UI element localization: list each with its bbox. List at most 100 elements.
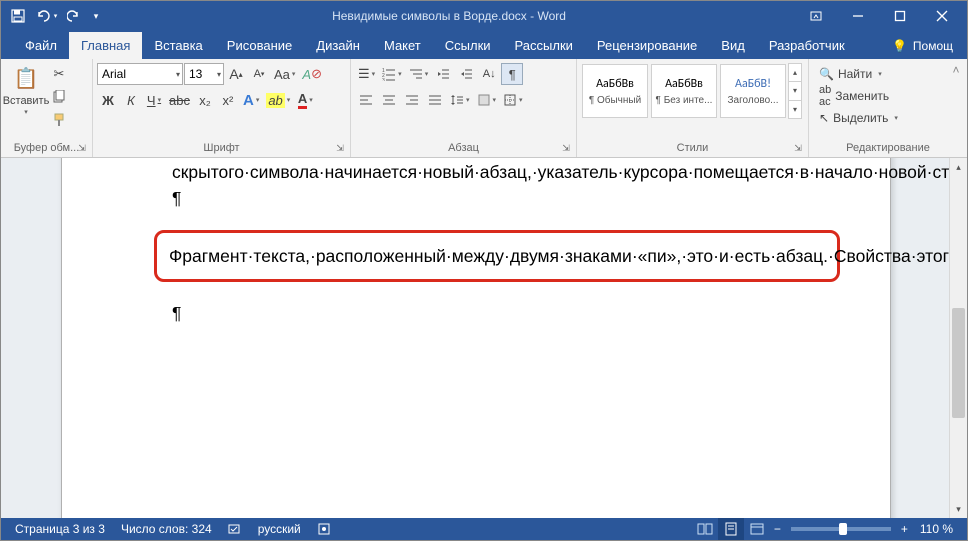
bold-button[interactable]: Ж: [97, 89, 119, 111]
tab-developer[interactable]: Разработчик: [757, 32, 857, 59]
subscript-button[interactable]: x₂: [194, 89, 216, 111]
save-icon[interactable]: [5, 3, 31, 29]
change-case-icon[interactable]: Aa▾: [271, 63, 298, 85]
styles-more-icon[interactable]: ▾: [789, 101, 801, 118]
tab-design[interactable]: Дизайн: [304, 32, 372, 59]
styles-group-label: Стили: [677, 142, 709, 154]
tab-file[interactable]: Файл: [13, 32, 69, 59]
spellcheck-icon[interactable]: [220, 522, 250, 536]
styles-dialog-icon[interactable]: ⇲: [792, 143, 804, 155]
group-clipboard: 📋 Вставить ▾ ✂ Буфер обм...⇲: [1, 59, 93, 157]
print-layout-icon[interactable]: [718, 518, 744, 540]
tab-references[interactable]: Ссылки: [433, 32, 503, 59]
style-normal[interactable]: АаБбВв ¶ Обычный: [582, 64, 648, 118]
paragraph-3[interactable]: Фрагмент·текста,·расположенный·между·дву…: [169, 243, 825, 269]
ribbon-tabs: Файл Главная Вставка Рисование Дизайн Ма…: [1, 31, 967, 59]
paragraph-dialog-icon[interactable]: ⇲: [560, 143, 572, 155]
ribbon: 📋 Вставить ▾ ✂ Буфер обм...⇲ Arial▾ 13▾ …: [1, 59, 967, 158]
format-painter-icon[interactable]: [48, 109, 70, 131]
paragraph-4[interactable]: ¶: [172, 300, 840, 326]
zoom-in-button[interactable]: +: [897, 522, 912, 536]
cursor-icon: ↖: [819, 111, 829, 125]
numbering-icon[interactable]: 123▾: [379, 63, 405, 85]
tab-draw[interactable]: Рисование: [215, 32, 304, 59]
document-area: скрытого·символа·начинается·новый·абзац,…: [1, 158, 967, 518]
tab-review[interactable]: Рецензирование: [585, 32, 709, 59]
maximize-icon[interactable]: [879, 1, 921, 31]
style-nospacing[interactable]: АаБбВв ¶ Без инте...: [651, 64, 717, 118]
increase-indent-icon[interactable]: [455, 63, 477, 85]
qat-customize-icon[interactable]: ▾: [89, 3, 103, 29]
font-size-value: 13: [189, 67, 202, 81]
collapse-ribbon-icon[interactable]: ˄: [947, 61, 965, 79]
superscript-button[interactable]: x²: [217, 89, 239, 111]
zoom-slider[interactable]: [791, 527, 891, 531]
undo-icon[interactable]: ▾: [33, 3, 59, 29]
title-bar: ▾ ▾ Невидимые символы в Ворде.docx - Wor…: [1, 1, 967, 31]
show-marks-icon[interactable]: ¶: [501, 63, 523, 85]
grow-font-icon[interactable]: A▴: [225, 63, 247, 85]
paragraph-2[interactable]: ¶: [172, 185, 840, 211]
text-effects-icon[interactable]: A▾: [240, 89, 262, 111]
redo-icon[interactable]: [61, 3, 87, 29]
styles-up-icon[interactable]: ▴: [789, 64, 801, 82]
align-right-icon[interactable]: [401, 89, 423, 111]
svg-text:3: 3: [382, 78, 385, 81]
read-mode-icon[interactable]: [692, 518, 718, 540]
highlight-icon[interactable]: ab▾: [263, 89, 293, 111]
font-dialog-icon[interactable]: ⇲: [334, 143, 346, 155]
web-layout-icon[interactable]: [744, 518, 770, 540]
paste-button[interactable]: 📋 Вставить ▾: [5, 63, 47, 119]
strikethrough-button[interactable]: abc: [166, 89, 193, 111]
zoom-level[interactable]: 110 %: [912, 522, 961, 536]
styles-down-icon[interactable]: ▾: [789, 82, 801, 100]
zoom-out-button[interactable]: −: [770, 522, 785, 536]
tab-view[interactable]: Вид: [709, 32, 757, 59]
language-indicator[interactable]: русский: [250, 522, 309, 536]
tab-mailings[interactable]: Рассылки: [503, 32, 585, 59]
line-spacing-icon[interactable]: ▾: [447, 89, 473, 111]
scroll-down-icon[interactable]: ▾: [950, 500, 967, 518]
align-center-icon[interactable]: [378, 89, 400, 111]
document-viewport[interactable]: скрытого·символа·начинается·новый·абзац,…: [1, 158, 949, 518]
vertical-scrollbar[interactable]: ▴ ▾: [949, 158, 967, 518]
align-left-icon[interactable]: [355, 89, 377, 111]
tab-insert[interactable]: Вставка: [142, 32, 214, 59]
document-page[interactable]: скрытого·символа·начинается·новый·абзац,…: [61, 158, 891, 518]
replace-button[interactable]: abacЗаменить: [815, 85, 902, 106]
bullets-icon[interactable]: ☰▾: [355, 63, 378, 85]
italic-button[interactable]: К: [120, 89, 142, 111]
macro-icon[interactable]: [309, 522, 339, 536]
shading-icon[interactable]: ▾: [474, 89, 500, 111]
font-size-combo[interactable]: 13▾: [184, 63, 224, 85]
style-heading1[interactable]: АаБбВ! Заголово...: [720, 64, 786, 118]
multilevel-list-icon[interactable]: ▾: [406, 63, 432, 85]
select-button[interactable]: ↖Выделить▾: [815, 107, 902, 128]
font-color-icon[interactable]: A▾: [294, 89, 316, 111]
copy-icon[interactable]: [48, 86, 70, 108]
scroll-up-icon[interactable]: ▴: [950, 158, 967, 176]
scroll-thumb[interactable]: [952, 308, 965, 418]
borders-icon[interactable]: ▾: [500, 89, 526, 111]
zoom-slider-knob[interactable]: [839, 523, 847, 535]
tab-home[interactable]: Главная: [69, 32, 142, 59]
font-name-combo[interactable]: Arial▾: [97, 63, 183, 85]
clipboard-dialog-icon[interactable]: ⇲: [76, 143, 88, 155]
cut-icon[interactable]: ✂: [48, 63, 70, 85]
sort-icon[interactable]: A↓: [478, 63, 500, 85]
ribbon-options-icon[interactable]: [795, 1, 837, 31]
underline-button[interactable]: Ч▾: [143, 89, 165, 111]
page-indicator[interactable]: Страница 3 из 3: [7, 522, 113, 536]
close-icon[interactable]: [921, 1, 963, 31]
tab-layout[interactable]: Макет: [372, 32, 433, 59]
word-count[interactable]: Число слов: 324: [113, 522, 220, 536]
justify-icon[interactable]: [424, 89, 446, 111]
shrink-font-icon[interactable]: A▾: [248, 63, 270, 85]
paragraph-1[interactable]: скрытого·символа·начинается·новый·абзац,…: [172, 159, 840, 185]
window-controls: [795, 1, 963, 31]
find-button[interactable]: 🔍Найти▾: [815, 63, 902, 84]
decrease-indent-icon[interactable]: [432, 63, 454, 85]
clear-formatting-icon[interactable]: A⊘: [299, 63, 325, 85]
tell-me[interactable]: 💡 Помощ: [878, 33, 967, 59]
minimize-icon[interactable]: [837, 1, 879, 31]
